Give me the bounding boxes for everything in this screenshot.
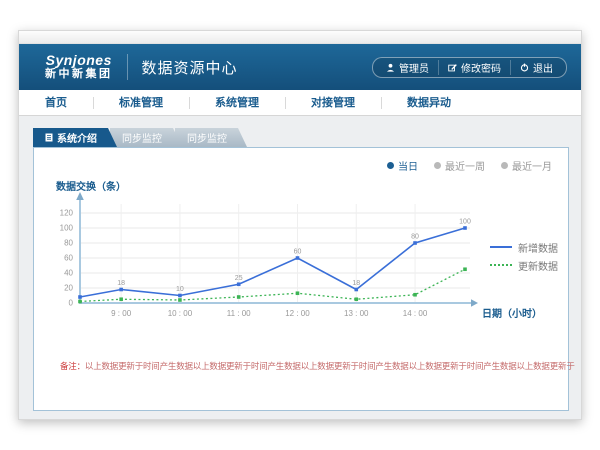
svg-text:10 : 00: 10 : 00: [168, 309, 193, 318]
svg-text:18: 18: [352, 280, 360, 287]
filter-label: 当日: [398, 158, 418, 173]
nav-item-2[interactable]: 标准管理: [93, 91, 189, 115]
tab-bar: 系统介绍 同步监控 同步监控: [33, 128, 247, 147]
button-label: 管理员: [399, 60, 429, 75]
tab-sync-monitor-1[interactable]: 同步监控: [110, 128, 182, 147]
filter-label: 最近一周: [445, 158, 485, 173]
header-divider: [127, 54, 128, 80]
document-icon: [45, 133, 53, 142]
tab-sync-monitor-2[interactable]: 同步监控: [175, 128, 247, 147]
logo: Synjones 新中新集团: [45, 53, 113, 81]
site-title: 数据资源中心: [142, 57, 238, 78]
user-actions: 管理员 修改密码 退出: [372, 57, 567, 78]
logout-button[interactable]: 退出: [510, 60, 562, 75]
svg-text:日期（小时）: 日期（小时）: [482, 307, 542, 320]
button-label: 修改密码: [461, 60, 501, 75]
user-icon: [386, 63, 395, 72]
radio-dot-icon: [501, 162, 508, 169]
filter-last-month[interactable]: 最近一月: [501, 158, 552, 173]
time-filters: 当日 最近一周 最近一月: [387, 158, 552, 173]
svg-text:60: 60: [294, 249, 302, 256]
nav-item-3[interactable]: 系统管理: [189, 91, 285, 115]
footer-note: 备注：以上数据更新于时间产生数据以上数据更新于时间产生数据以上数据更新于时间产生…: [60, 360, 575, 372]
top-strip: [19, 31, 581, 44]
svg-text:100: 100: [459, 219, 471, 226]
svg-text:20: 20: [64, 284, 73, 293]
change-password-button[interactable]: 修改密码: [438, 60, 510, 75]
radio-dot-icon: [387, 162, 394, 169]
chart-legend: 新增数据更新数据: [490, 238, 558, 274]
logo-text: Synjones: [45, 53, 113, 68]
filter-today[interactable]: 当日: [387, 158, 418, 173]
nav-item-1[interactable]: 首页: [19, 91, 93, 115]
svg-text:11 : 00: 11 : 00: [227, 309, 251, 318]
legend-item-2[interactable]: 更新数据: [490, 256, 558, 274]
page-body: 系统介绍 同步监控 同步监控 当日 最近一周 最近一月 数据交换（条） 0 20 40 60 8…: [19, 116, 581, 421]
content-card: 当日 最近一周 最近一月 数据交换（条） 0 20 40 60 80 100 120 9 : 00…: [33, 147, 569, 411]
nav-item-4[interactable]: 对接管理: [285, 91, 381, 115]
app-header: Synjones 新中新集团 数据资源中心 管理员 修改密码 退出: [19, 44, 581, 90]
svg-text:100: 100: [60, 224, 74, 233]
legend-label: 新增数据: [518, 240, 558, 255]
edit-icon: [448, 63, 457, 72]
y-axis-title: 数据交换（条）: [56, 178, 126, 193]
line-swatch-icon: [490, 246, 512, 248]
svg-text:10: 10: [176, 286, 184, 293]
tab-label: 同步监控: [122, 130, 162, 145]
svg-text:80: 80: [64, 239, 73, 248]
tab-label: 系统介绍: [57, 130, 97, 145]
main-nav: 首页标准管理系统管理对接管理数据异动: [19, 90, 581, 116]
nav-item-5[interactable]: 数据异动: [381, 91, 477, 115]
svg-text:40: 40: [64, 269, 73, 278]
app-window: Synjones 新中新集团 数据资源中心 管理员修改密码退出 首页标准管理系统…: [18, 30, 582, 420]
radio-dot-icon: [434, 162, 441, 169]
button-label: 退出: [533, 60, 553, 75]
svg-text:9 : 00: 9 : 00: [111, 309, 132, 318]
filter-label: 最近一月: [512, 158, 552, 173]
note-prefix: 备注：: [60, 361, 85, 371]
logo-subtext: 新中新集团: [45, 68, 113, 81]
svg-text:60: 60: [64, 254, 73, 263]
filter-last-week[interactable]: 最近一周: [434, 158, 485, 173]
svg-text:13 : 00: 13 : 00: [344, 309, 369, 318]
legend-item-1[interactable]: 新增数据: [490, 238, 558, 256]
tab-label: 同步监控: [187, 130, 227, 145]
tab-system-intro[interactable]: 系统介绍: [33, 128, 117, 147]
admin-user-button[interactable]: 管理员: [377, 60, 438, 75]
line-swatch-icon: [490, 264, 512, 266]
svg-text:14 : 00: 14 : 00: [403, 309, 428, 318]
power-icon: [520, 63, 529, 72]
svg-text:80: 80: [411, 234, 419, 241]
svg-text:25: 25: [235, 275, 243, 282]
svg-text:12 : 00: 12 : 00: [285, 309, 310, 318]
legend-label: 更新数据: [518, 258, 558, 273]
note-text: 以上数据更新于时间产生数据以上数据更新于时间产生数据以上数据更新于时间产生数据以…: [85, 361, 575, 371]
svg-text:0: 0: [69, 299, 74, 308]
svg-text:18: 18: [117, 280, 125, 287]
svg-text:120: 120: [60, 209, 74, 218]
